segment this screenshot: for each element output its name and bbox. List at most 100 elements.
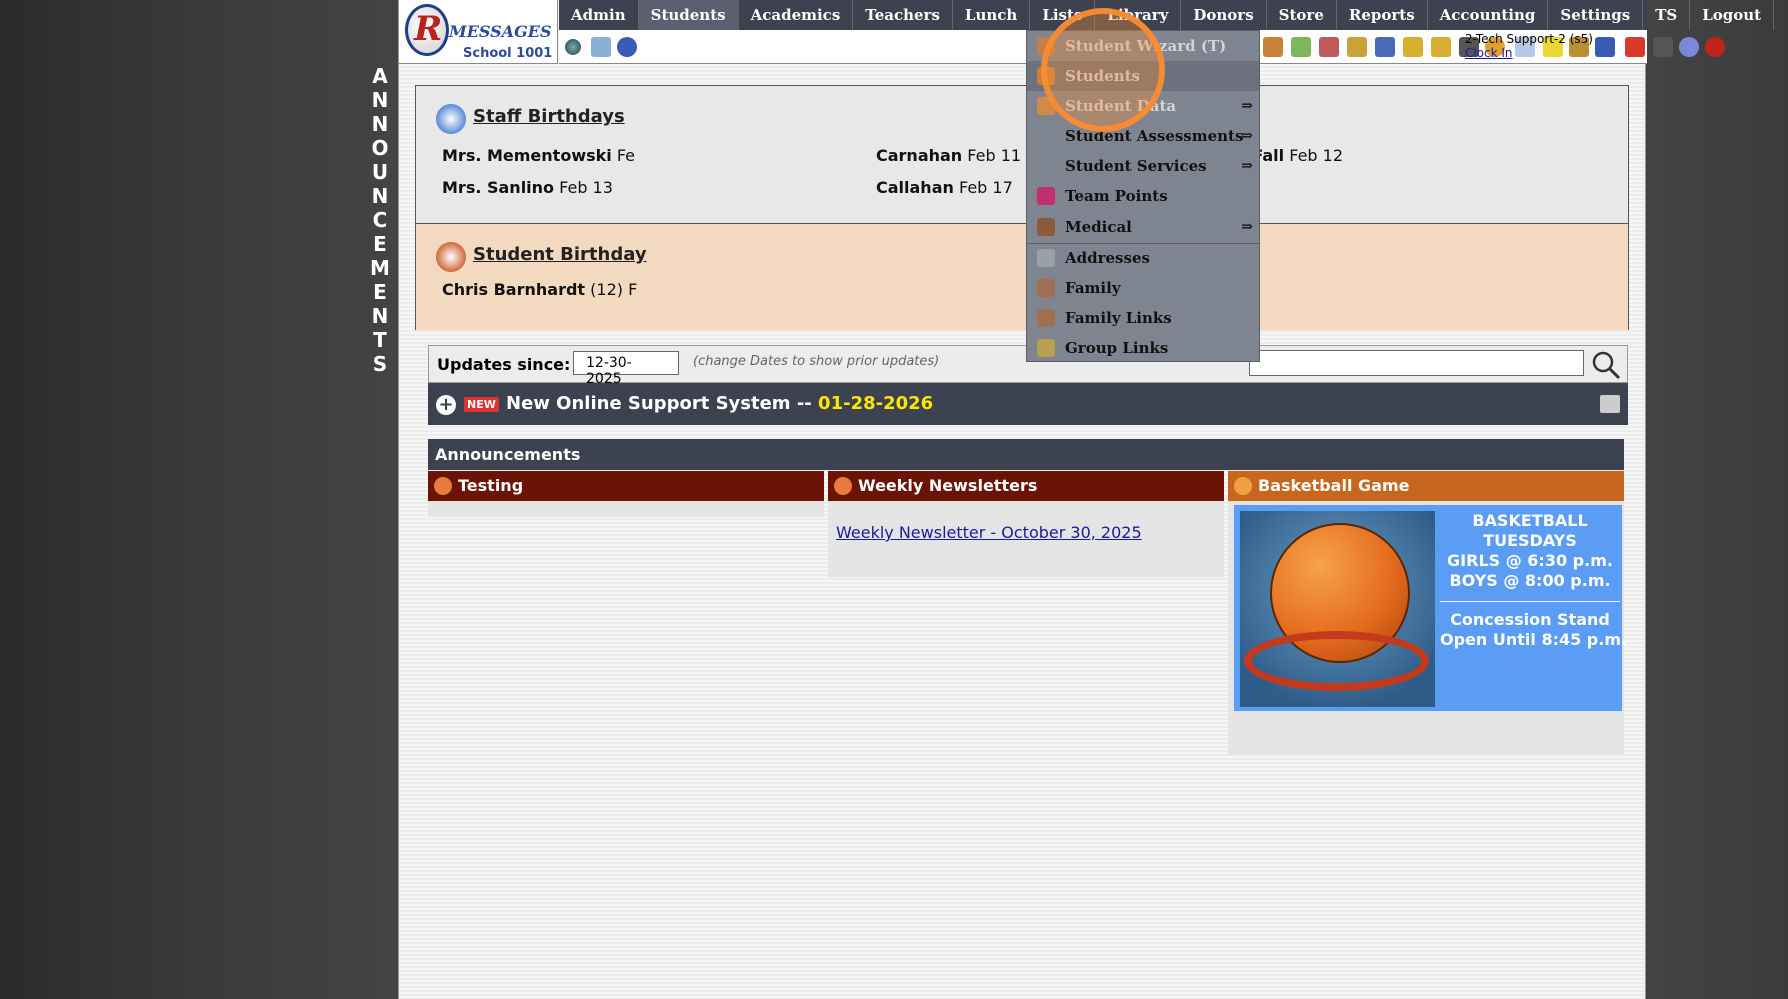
pdf-icon[interactable] [1625, 37, 1645, 57]
submenu-arrow-icon: ⇒ [1241, 158, 1253, 174]
birthday-entry: Chris Barnhardt (12) F [442, 280, 638, 299]
logo-emblem: R [405, 4, 449, 56]
print-icon[interactable] [1600, 395, 1620, 413]
menu-item-label: Family [1065, 279, 1121, 297]
submenu-arrow-icon: ⇒ [1241, 219, 1253, 235]
page-container: R MESSAGES School 1001 Admin Students Acad… [398, 0, 1775, 999]
book-icon[interactable] [1375, 37, 1395, 57]
people-icon[interactable] [1319, 37, 1339, 57]
nav-admin[interactable]: Admin [559, 0, 639, 30]
updates-label: Updates since: [437, 355, 571, 374]
info-icon[interactable] [1679, 37, 1699, 57]
menu-item-addresses[interactable]: Addresses [1027, 243, 1259, 273]
right-background [1646, 0, 1788, 999]
scanner-icon[interactable] [1653, 37, 1673, 57]
updates-hint: (change Dates to show prior updates) [693, 354, 940, 369]
vertical-letter: M [370, 256, 390, 280]
menu-item-icon [1037, 249, 1055, 267]
nav-ts[interactable]: TS [1643, 0, 1691, 30]
menu-item-family-links[interactable]: Family Links [1027, 303, 1259, 333]
announcement-body: BASKETBALL TUESDAYS GIRLS @ 6:30 p.m. BO… [1228, 501, 1628, 755]
user-info: 2-Tech Support-2 (s5) Clock In [1465, 32, 1593, 60]
bell-icon[interactable] [1403, 37, 1423, 57]
basketball-flyer: BASKETBALL TUESDAYS GIRLS @ 6:30 p.m. BO… [1234, 505, 1628, 711]
user-name: 2-Tech Support-2 (s5) [1464, 32, 1593, 46]
announcement-icon [834, 477, 852, 495]
cake-icon [436, 104, 466, 134]
vertical-letter: N [371, 304, 389, 328]
click-highlight-indicator [1041, 8, 1165, 132]
nav-donors[interactable]: Donors [1181, 0, 1267, 30]
search-input[interactable] [1249, 350, 1584, 376]
nav-lunch[interactable]: Lunch [953, 0, 1031, 30]
announcement-icon [434, 477, 452, 495]
nav-store[interactable]: Store [1267, 0, 1337, 30]
search-icon[interactable] [1591, 350, 1621, 380]
basketball-details: BASKETBALL TUESDAYS GIRLS @ 6:30 p.m. BO… [1440, 511, 1628, 649]
nav-teachers[interactable]: Teachers [853, 0, 953, 30]
menu-item-icon [1037, 309, 1055, 327]
search-icon[interactable] [565, 39, 581, 55]
school-logo[interactable]: R MESSAGES School 1001 [399, 0, 558, 64]
menu-item-label: Group Links [1065, 339, 1169, 357]
menu-item-medical[interactable]: Medical ⇒ [1027, 212, 1259, 242]
announcement-title: Weekly Newsletters [828, 471, 1224, 501]
vertical-letter: E [373, 232, 387, 256]
lunch-icon[interactable] [1347, 37, 1367, 57]
nav-reports[interactable]: Reports [1337, 0, 1428, 30]
menu-item-group-links[interactable]: Group Links [1027, 333, 1259, 363]
nav-academics[interactable]: Academics [739, 0, 854, 30]
calendar-icon[interactable] [591, 37, 611, 57]
birthdays-panel: Staff Birthdays Mrs. Mementowski Fe Carn… [415, 85, 1629, 330]
teacher-icon[interactable] [1263, 37, 1283, 57]
vertical-letter: N [371, 88, 389, 112]
menu-item-icon [1037, 339, 1055, 357]
menu-item-label: Team Points [1065, 187, 1168, 205]
money-icon[interactable] [1291, 37, 1311, 57]
menu-item-label: Medical [1065, 218, 1132, 236]
announcement-column-testing: Testing [428, 471, 824, 517]
vertical-letter: C [372, 208, 388, 232]
menu-item-icon [1037, 187, 1055, 205]
logo-title: MESSAGES [449, 22, 552, 41]
menu-item-student-services[interactable]: Student Services ⇒ [1027, 151, 1259, 181]
submenu-arrow-icon: ⇒ [1241, 128, 1253, 144]
staff-birthdays-title[interactable]: Staff Birthdays [473, 106, 625, 127]
cake-icon [436, 242, 466, 272]
nav-settings[interactable]: Settings [1548, 0, 1644, 30]
updates-date-input[interactable]: 12-30-2025 [573, 351, 679, 387]
vertical-letter: T [373, 328, 387, 352]
announcement-body [428, 501, 824, 517]
student-birthdays-title[interactable]: Student Birthday [473, 244, 647, 265]
expand-icon[interactable]: + [436, 395, 456, 415]
arrow-icon[interactable] [1431, 37, 1451, 57]
nav-students[interactable]: Students [638, 0, 739, 30]
vertical-letter: N [371, 112, 389, 136]
help-icon[interactable] [617, 37, 637, 57]
newsletter-link[interactable]: Weekly Newsletter - October 30, 2025 [836, 523, 1142, 542]
announcement-body: Weekly Newsletter - October 30, 2025 [828, 501, 1224, 577]
nav-logout[interactable]: Logout [1690, 0, 1775, 30]
menu-item-label: Addresses [1065, 249, 1150, 267]
clock-in-link[interactable]: Clock In [1465, 46, 1593, 60]
menu-item-team-points[interactable]: Team Points [1027, 181, 1259, 211]
announcement-title: Testing [428, 471, 824, 501]
birthday-entry: Mrs. Sanlino Feb 13 [442, 178, 613, 197]
announcements-header: Announcements [428, 439, 1624, 470]
nav-accounting[interactable]: Accounting [1428, 0, 1549, 30]
staff-birthdays-section: Staff Birthdays Mrs. Mementowski Fe Carn… [416, 86, 1628, 224]
ap-icon[interactable] [1595, 37, 1615, 57]
menu-item-label: Student Services [1065, 157, 1207, 175]
support-announcement-bar[interactable]: + NEW New Online Support System -- 01-28… [428, 383, 1628, 425]
menu-item-student-assessments[interactable]: Student Assessments ⇒ [1027, 121, 1259, 151]
student-birthdays-section: Student Birthday Chris Barnhardt (12) F [416, 224, 1628, 330]
vertical-letter: A [372, 64, 388, 88]
birthday-entry: Mrs. Mementowski Fe [442, 146, 636, 165]
menu-item-family[interactable]: Family [1027, 273, 1259, 303]
basketball-hoop [1244, 631, 1429, 691]
vertical-letter: S [372, 352, 388, 376]
menu-separator [1027, 243, 1259, 244]
vertical-letter: N [371, 184, 389, 208]
power-icon[interactable] [1705, 37, 1725, 57]
birthday-entry: Callahan Feb 17 [876, 178, 1013, 197]
